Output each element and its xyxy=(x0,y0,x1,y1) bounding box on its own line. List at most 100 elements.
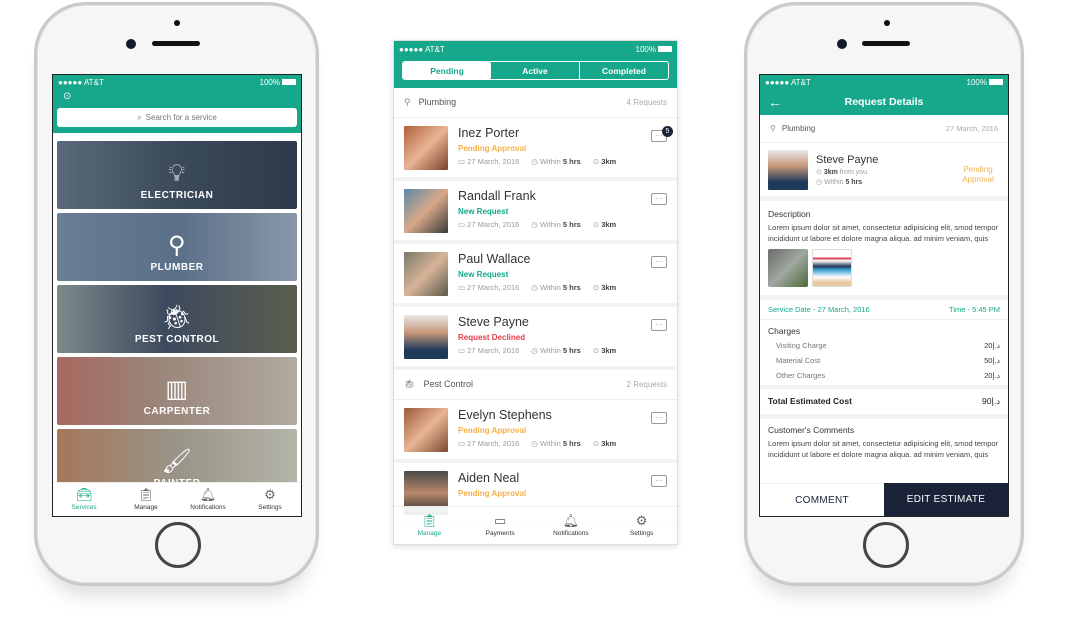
tab-settings[interactable]: ⚙ Settings xyxy=(239,483,301,516)
bottom-tab-bar: 🧰︎ Services 📋︎ Manage 🔔︎ Notifications ⚙ Set… xyxy=(53,482,301,516)
search-icon: ⌕ xyxy=(137,112,142,122)
lightbulb-icon: 💡︎ xyxy=(168,160,186,187)
chat-icon[interactable]: ··· xyxy=(651,256,667,268)
chat-icon[interactable]: ··· xyxy=(651,475,667,487)
service-tile-carpenter[interactable]: ▥ CARPENTER xyxy=(57,357,297,425)
location-pin-icon: ⊙ xyxy=(592,157,602,166)
toolbox-icon: 🧰︎ xyxy=(75,487,93,502)
edit-estimate-button[interactable]: EDIT ESTIMATE xyxy=(884,483,1008,516)
request-item[interactable]: Evelyn Stephens Pending Approval ▭ 27 Mar… xyxy=(394,400,677,463)
service-tile-electrician[interactable]: 💡︎ ELECTRICIAN xyxy=(57,141,297,209)
tab-notifications[interactable]: 🔔︎ Notifications xyxy=(536,507,607,544)
avatar xyxy=(404,408,448,452)
calendar-icon: ▭ xyxy=(458,283,468,292)
home-button[interactable] xyxy=(863,522,909,568)
comment-button[interactable]: COMMENT xyxy=(760,483,884,516)
chat-icon[interactable]: ··· xyxy=(651,319,667,331)
attachment-image[interactable] xyxy=(812,249,852,287)
bell-icon: 🔔︎ xyxy=(199,487,217,502)
status-badge: Pending Approval xyxy=(458,426,527,435)
segment-pending[interactable]: Pending xyxy=(403,62,491,79)
service-tile-pest-control[interactable]: 🐞︎ PEST CONTROL xyxy=(57,285,297,353)
action-buttons: COMMENT EDIT ESTIMATE xyxy=(760,483,1008,516)
avatar xyxy=(404,126,448,170)
request-item[interactable]: Randall Frank New Request ▭ 27 March, 201… xyxy=(394,181,677,244)
search-input[interactable]: ⌕ Search for a service xyxy=(57,108,297,127)
avatar xyxy=(768,149,808,190)
clipboard-icon: 📋︎ xyxy=(137,487,155,502)
charges-block: Charges Visiting Charge 20د.إ Material Co… xyxy=(760,320,1008,385)
sensor-dot xyxy=(884,20,890,26)
charge-row: Visiting Charge 20د.إ xyxy=(776,341,1000,350)
battery-icon xyxy=(989,79,1003,86)
bell-icon: 🔔︎ xyxy=(562,513,580,528)
status-badge: Request Declined xyxy=(458,333,526,342)
tab-services[interactable]: 🧰︎ Services xyxy=(53,483,115,516)
pipe-plug-icon: ⚲ xyxy=(167,232,187,259)
status-badge: New Request xyxy=(458,270,509,279)
status-bar: ●●●●● AT&T 100% xyxy=(53,75,301,89)
location-pin-icon: ⊙ xyxy=(592,439,602,448)
tab-manage[interactable]: 📋︎ Manage xyxy=(394,507,465,544)
bottom-tab-bar: 📋︎ Manage ▭ Payments 🔔︎ Notifications ⚙ Sett… xyxy=(394,506,677,544)
sensor-dot xyxy=(174,20,180,26)
phone-frame-services: ●●●●● AT&T 100% ⊙ ⌕ Search for a service 💡… xyxy=(34,2,319,586)
back-arrow-icon[interactable]: ← xyxy=(768,94,782,110)
credit-card-icon: ▭ xyxy=(493,513,507,528)
tab-payments[interactable]: ▭ Payments xyxy=(465,507,536,544)
location-pin-icon[interactable]: ⊙ xyxy=(53,89,301,102)
description-block: Description Lorem ipsum dolor sit amet, … xyxy=(760,201,1008,300)
status-badge: Pending Approval xyxy=(458,144,527,153)
charge-row: Other Charges 20د.إ xyxy=(776,371,1000,380)
home-button[interactable] xyxy=(155,522,201,568)
calendar-icon: ▭ xyxy=(458,439,468,448)
calendar-icon: ▭ xyxy=(458,157,468,166)
front-camera xyxy=(837,39,847,49)
location-pin-icon: ⊙ xyxy=(592,283,602,292)
status-bar: ●●●●● AT&T 100% xyxy=(760,75,1008,89)
battery-icon xyxy=(282,79,296,86)
service-schedule: Service Date - 27 March, 2016 Time - 5:45… xyxy=(760,300,1008,320)
request-details-screen: ●●●●● AT&T 100% ← Request Details ⚲ Plumbin… xyxy=(759,74,1009,517)
chat-icon[interactable]: ··· xyxy=(651,412,667,424)
clock-icon: ◷ xyxy=(531,220,540,229)
request-item[interactable]: Paul Wallace New Request ▭ 27 March, 2016… xyxy=(394,244,677,307)
bug-icon: 🐞︎ xyxy=(161,304,193,331)
services-screen: ●●●●● AT&T 100% ⊙ ⌕ Search for a service 💡… xyxy=(52,74,302,517)
tab-settings[interactable]: ⚙ Settings xyxy=(606,507,677,544)
status-badge: Pending Approval xyxy=(458,489,527,498)
unread-badge: 5 xyxy=(662,126,673,137)
clock-icon: ◷ xyxy=(531,283,540,292)
section-header-pest-control: 🐞︎ Pest Control 2 Requests xyxy=(394,370,677,400)
location-pin-icon: ⊙ xyxy=(592,220,602,229)
request-item[interactable]: Inez Porter Pending Approval ▭ 27 March, … xyxy=(394,118,677,181)
charge-row: Material Cost 50د.إ xyxy=(776,356,1000,365)
manage-screen: ●●●●● AT&T 100% Pending Active Completed … xyxy=(393,40,678,545)
earpiece-speaker xyxy=(862,41,910,46)
clock-icon: ◷ xyxy=(531,439,540,448)
section-header-plumbing: ⚲ Plumbing 4 Requests xyxy=(394,88,677,118)
status-bar: ●●●●● AT&T 100% xyxy=(394,41,677,57)
segment-active[interactable]: Active xyxy=(491,62,579,79)
segment-completed[interactable]: Completed xyxy=(579,62,668,79)
plumbing-icon: ⚲ xyxy=(404,97,411,107)
status-badge: New Request xyxy=(458,207,509,216)
avatar xyxy=(404,189,448,233)
avatar xyxy=(404,252,448,296)
battery-icon xyxy=(658,46,672,53)
clock-icon: ◷ xyxy=(816,178,825,186)
tab-manage[interactable]: 📋︎ Manage xyxy=(115,483,177,516)
customer-card: Steve Payne ⊙ 3km from you ◷ Within 5 hr… xyxy=(760,143,1008,201)
gear-icon: ⚙ xyxy=(264,487,276,502)
tab-notifications[interactable]: 🔔︎ Notifications xyxy=(177,483,239,516)
status-segmented-control: Pending Active Completed xyxy=(402,61,669,80)
attachment-image[interactable] xyxy=(768,249,808,287)
request-item[interactable]: Steve Payne Request Declined ▭ 27 March, … xyxy=(394,307,677,370)
clock-icon: ◷ xyxy=(531,157,540,166)
service-tile-plumber[interactable]: ⚲ PLUMBER xyxy=(57,213,297,281)
clock-icon: ◷ xyxy=(531,346,540,355)
location-pin-icon: ⊙ xyxy=(816,168,824,176)
chat-icon[interactable]: ··· xyxy=(651,193,667,205)
total-cost-row: Total Estimated Cost 90د.إ xyxy=(760,385,1008,419)
status-badge: Pending Approval xyxy=(962,165,994,184)
